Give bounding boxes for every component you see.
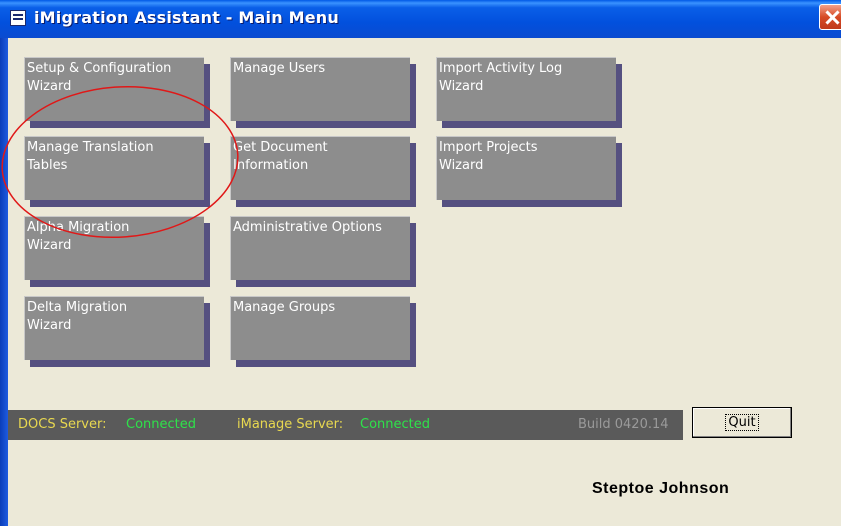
delta-migration-wizard-button[interactable]: Delta Migration Wizard bbox=[24, 296, 204, 360]
title-bar[interactable]: iMigration Assistant - Main Menu bbox=[0, 0, 841, 38]
manage-users-button[interactable]: Manage Users bbox=[230, 57, 410, 121]
company-name: Steptoe Johnson bbox=[592, 480, 730, 497]
build-number: Build 0420.14 bbox=[578, 417, 669, 432]
status-bar: DOCS Server: Connected iManage Server: C… bbox=[8, 410, 683, 440]
manage-groups-button[interactable]: Manage Groups bbox=[230, 296, 410, 360]
docs-server-status: Connected bbox=[126, 417, 197, 432]
close-button[interactable] bbox=[819, 4, 841, 30]
administrative-options-button[interactable]: Administrative Options bbox=[230, 216, 410, 280]
alpha-migration-wizard-button[interactable]: Alpha Migration Wizard bbox=[24, 216, 204, 280]
docs-server-label: DOCS Server: bbox=[18, 417, 107, 432]
quit-button[interactable]: Quit bbox=[692, 407, 792, 438]
import-projects-wizard-button[interactable]: Import Projects Wizard bbox=[436, 136, 616, 200]
window-title: iMigration Assistant - Main Menu bbox=[34, 8, 339, 27]
import-activity-log-wizard-button[interactable]: Import Activity Log Wizard bbox=[436, 57, 616, 121]
app-form-icon[interactable] bbox=[10, 10, 26, 26]
imanage-server-status: Connected bbox=[360, 417, 431, 432]
setup-configuration-wizard-button[interactable]: Setup & Configuration Wizard bbox=[24, 57, 204, 121]
get-document-information-button[interactable]: Get Document Information bbox=[230, 136, 410, 200]
window-border bbox=[0, 38, 8, 526]
manage-translation-tables-button[interactable]: Manage Translation Tables bbox=[24, 136, 204, 200]
imanage-server-label: iManage Server: bbox=[237, 417, 344, 432]
quit-label: Quit bbox=[725, 414, 759, 431]
